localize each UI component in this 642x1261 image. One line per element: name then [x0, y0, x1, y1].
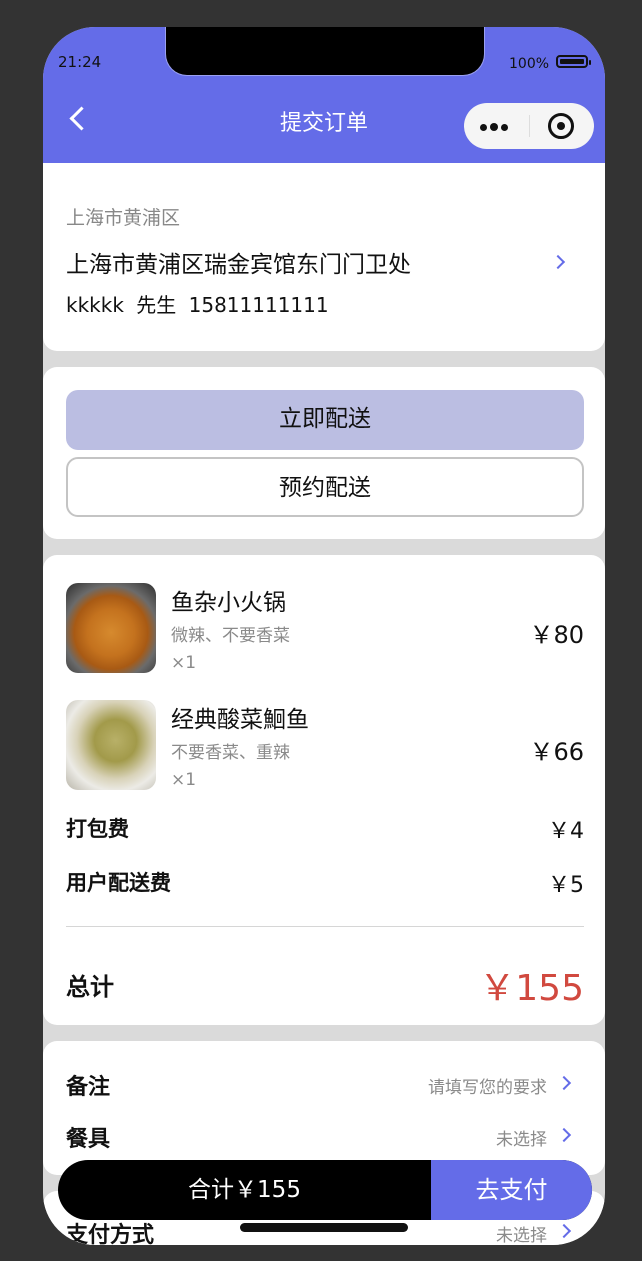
chevron-right-icon[interactable]	[556, 1223, 572, 1239]
payment-method-value[interactable]: 未选择	[496, 1221, 547, 1245]
device-notch	[165, 27, 485, 76]
deliver-now-button[interactable]: 立即配送	[66, 390, 584, 450]
dish-image	[66, 583, 156, 673]
dish-qty: ×1	[171, 653, 197, 673]
dish-price: ￥80	[529, 621, 584, 649]
tableware-label: 餐具	[66, 1127, 111, 1152]
checkout-bar: 合计￥155 去支付	[58, 1160, 592, 1220]
header-bar: 21:24 100% 提交订单	[43, 27, 605, 177]
address-card[interactable]: 上海市黄浦区 上海市黄浦区瑞金宾馆东门门卫处 kkkkk 先生 15811111…	[43, 163, 605, 351]
delivery-options-card: 立即配送 预约配送	[43, 367, 605, 539]
address-district: 上海市黄浦区	[66, 207, 181, 229]
battery-icon	[556, 55, 591, 68]
dish-name: 经典酸菜鮰鱼	[171, 707, 309, 733]
dish-qty: ×1	[171, 770, 197, 790]
address-contact: kkkkk 先生 15811111111	[66, 293, 329, 317]
address-detail: 上海市黄浦区瑞金宾馆东门门卫处	[66, 252, 411, 278]
phone-screen: 21:24 100% 提交订单 上海市黄浦区 上海市黄浦区瑞金宾馆东门门卫处 k…	[43, 27, 605, 1245]
mini-program-capsule	[464, 103, 594, 149]
remark-value[interactable]: 请填写您的要求	[428, 1073, 547, 1098]
close-target-icon[interactable]	[548, 113, 574, 139]
battery-percent: 100%	[509, 56, 550, 72]
dish-spec: 不要香菜、重辣	[171, 743, 290, 763]
pay-button[interactable]: 去支付	[431, 1160, 592, 1220]
chevron-right-icon[interactable]	[550, 254, 566, 270]
home-indicator	[240, 1223, 408, 1232]
total-label: 总计	[66, 973, 114, 1001]
dish-spec: 微辣、不要香菜	[171, 626, 290, 646]
chevron-right-icon[interactable]	[556, 1127, 572, 1143]
dish-price: ￥66	[529, 738, 584, 766]
order-items-card: 鱼杂小火锅 微辣、不要香菜 ×1 ￥80 经典酸菜鮰鱼 不要香菜、重辣 ×1 ￥…	[43, 555, 605, 1025]
chevron-right-icon[interactable]	[556, 1075, 572, 1091]
packing-fee-value: ￥4	[548, 819, 584, 844]
packing-fee-label: 打包费	[66, 817, 129, 841]
delivery-fee-label: 用户配送费	[66, 871, 171, 895]
capsule-divider	[529, 115, 530, 137]
dish-name: 鱼杂小火锅	[171, 590, 286, 616]
dish-image	[66, 700, 156, 790]
status-time: 21:24	[58, 53, 102, 71]
remark-label: 备注	[66, 1075, 111, 1100]
delivery-fee-value: ￥5	[548, 873, 584, 898]
schedule-delivery-button[interactable]: 预约配送	[66, 457, 584, 517]
order-extras-card: 备注 请填写您的要求 餐具 未选择	[43, 1041, 605, 1175]
more-icon[interactable]	[480, 115, 511, 135]
checkout-sum: 合计￥155	[188, 1177, 301, 1203]
payment-method-label: 支付方式	[66, 1223, 155, 1245]
divider	[66, 926, 584, 927]
total-value: ￥155	[479, 968, 584, 1009]
tableware-value[interactable]: 未选择	[496, 1125, 547, 1150]
